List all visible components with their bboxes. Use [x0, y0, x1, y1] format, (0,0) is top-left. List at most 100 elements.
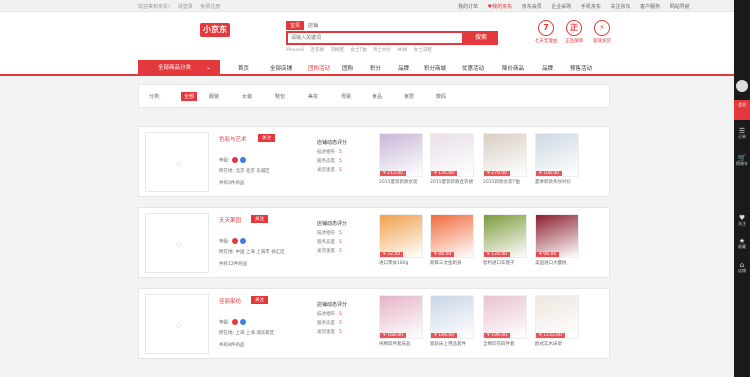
- follow-button[interactable]: 关注: [251, 215, 268, 223]
- product-image[interactable]: ¥ 189.00: [430, 295, 474, 339]
- filter-item[interactable]: 鞋包: [275, 93, 285, 100]
- nav-item-all-shops[interactable]: 全部店铺: [270, 64, 292, 72]
- sidebar-item-favorites[interactable]: ★ 收藏: [734, 238, 750, 250]
- filter-item[interactable]: 数码: [436, 93, 446, 100]
- product-card[interactable]: ¥ 156.00 2015夏装新款连衣裙: [430, 133, 474, 185]
- filter-item[interactable]: 女装: [242, 93, 252, 100]
- product-image[interactable]: ¥ 199.00: [483, 295, 527, 339]
- product-image[interactable]: ¥ 88.00: [430, 214, 474, 258]
- product-card[interactable]: ¥ 168.00 纯棉四件套床品: [379, 295, 423, 347]
- product-image[interactable]: ¥ 32.00: [379, 214, 423, 258]
- sidebar-item-follow[interactable]: ♥ 关注: [734, 215, 750, 227]
- shop-name[interactable]: 色彩与艺术: [219, 135, 247, 143]
- avatar[interactable]: [736, 80, 748, 92]
- product-image[interactable]: ¥ 128.00: [483, 214, 527, 258]
- product-name[interactable]: 美国进口大樱桃: [535, 260, 579, 266]
- hot-word[interactable]: MINI: [398, 48, 408, 53]
- sidebar-member-button[interactable]: 会员: [734, 100, 750, 120]
- product-name[interactable]: 2015夏装新款女装: [379, 179, 423, 185]
- nav-item-brand[interactable]: 品牌: [398, 64, 409, 72]
- top-link-service[interactable]: 客户服务: [640, 4, 660, 10]
- product-card[interactable]: ¥ 1233.00 欧式实木床架: [535, 295, 579, 347]
- filter-all[interactable]: 全部: [181, 92, 198, 101]
- sidebar-item-cart[interactable]: 🛒 购物车: [734, 155, 750, 167]
- product-card[interactable]: ¥ 279.00 2015新款女装T恤: [483, 133, 527, 185]
- follow-button[interactable]: 关注: [251, 296, 268, 304]
- shop-product-count: 共有8件商品: [219, 343, 245, 348]
- product-card[interactable]: ¥ 213.00 2015夏装新款女装: [379, 133, 423, 185]
- nav-item-group-activity[interactable]: 团购活动: [308, 64, 330, 72]
- search-input[interactable]: [288, 33, 462, 43]
- top-link-my-jd[interactable]: ♥我的京东: [488, 4, 512, 10]
- score-row: 服务态度 5: [317, 239, 347, 245]
- hot-word[interactable]: iPhone6: [286, 48, 304, 53]
- product-name[interactable]: 纯棉四件套床品: [379, 341, 423, 347]
- product-name[interactable]: 进口零食180g: [379, 260, 423, 266]
- hot-word[interactable]: 凉拖鞋: [330, 48, 344, 53]
- nav-item-home[interactable]: 首页: [238, 64, 249, 72]
- product-card[interactable]: ¥ 128.00 智利进口车厘子: [483, 214, 527, 266]
- product-name[interactable]: 家纺床上用品套件: [430, 341, 474, 347]
- top-link-orders[interactable]: 我的订单: [458, 4, 478, 10]
- filter-item[interactable]: 家居: [404, 93, 414, 100]
- sidebar-item-orders[interactable]: ☰ 订单: [734, 128, 750, 140]
- follow-button[interactable]: 关注: [258, 134, 275, 142]
- sidebar-item-shop[interactable]: ⌂ 店铺: [734, 262, 750, 274]
- product-name[interactable]: 欧式实木床架: [535, 341, 579, 347]
- top-link-mobile[interactable]: 手机京东: [581, 4, 601, 10]
- hot-word[interactable]: 女士T恤: [350, 48, 366, 53]
- top-link-follow[interactable]: 关注京东: [611, 4, 631, 10]
- nav-item-promotions[interactable]: 优惠活动: [462, 64, 484, 72]
- product-name[interactable]: 2015夏装新款连衣裙: [430, 179, 474, 185]
- shop-logo[interactable]: ◌: [145, 132, 209, 192]
- product-card[interactable]: ¥ 108.00 夏季新款条纹衬衫: [535, 133, 579, 185]
- product-card[interactable]: ¥ 189.00 家纺床上用品套件: [430, 295, 474, 347]
- product-image[interactable]: ¥ 98.00: [535, 214, 579, 258]
- shop-name[interactable]: 佳丽家纺: [219, 297, 241, 305]
- nav-item-points-mall[interactable]: 积分商城: [424, 64, 446, 72]
- product-card[interactable]: ¥ 32.00 进口零食180g: [379, 214, 423, 266]
- product-image[interactable]: ¥ 279.00: [483, 133, 527, 177]
- product-card[interactable]: ¥ 199.00 全棉印花四件套: [483, 295, 527, 347]
- product-name[interactable]: 全棉印花四件套: [483, 341, 527, 347]
- nav-item-brand-2[interactable]: 品牌: [542, 64, 553, 72]
- nav-item-price-drop[interactable]: 降价商品: [502, 64, 524, 72]
- filter-item[interactable]: 母婴: [341, 93, 351, 100]
- product-name[interactable]: 智利进口车厘子: [483, 260, 527, 266]
- product-name[interactable]: 新鲜三文鱼刺身: [430, 260, 474, 266]
- product-image[interactable]: ¥ 156.00: [430, 133, 474, 177]
- product-image[interactable]: ¥ 1233.00: [535, 295, 579, 339]
- shop-name[interactable]: 天天果园: [219, 216, 241, 224]
- hot-word[interactable]: 男士衬衫: [373, 48, 391, 53]
- product-card[interactable]: ¥ 88.00 新鲜三文鱼刺身: [430, 214, 474, 266]
- search-tab-shop[interactable]: 店铺: [304, 21, 322, 30]
- top-link-sitemap[interactable]: 网站导航: [670, 4, 690, 10]
- product-card[interactable]: ¥ 98.00 美国进口大樱桃: [535, 214, 579, 266]
- product-name[interactable]: 夏季新款条纹衬衫: [535, 179, 579, 185]
- login-link[interactable]: 请登录: [178, 4, 193, 10]
- product-image[interactable]: ¥ 168.00: [379, 295, 423, 339]
- product-image[interactable]: ¥ 213.00: [379, 133, 423, 177]
- logo[interactable]: 小京东: [200, 23, 230, 37]
- category-menu-button[interactable]: 全部商品分类 ⌄: [138, 60, 220, 76]
- search-button[interactable]: 搜索: [464, 31, 498, 45]
- hot-word[interactable]: 连衣裙: [311, 48, 325, 53]
- top-link-enterprise[interactable]: 企业采购: [551, 4, 571, 10]
- shop-logo[interactable]: ◌: [145, 213, 209, 273]
- hot-word[interactable]: 女士凉鞋: [414, 48, 432, 53]
- shop-logo[interactable]: ◌: [145, 294, 209, 354]
- shop-location: 所在地: 上海 上海 浦东新区: [219, 331, 275, 336]
- loading-icon: ◌: [176, 160, 182, 167]
- filter-item[interactable]: 美妆: [308, 93, 318, 100]
- search-tab-goods[interactable]: 宝贝: [286, 21, 305, 30]
- filter-item[interactable]: 服装: [209, 93, 219, 100]
- nav-item-points[interactable]: 积分: [370, 64, 381, 72]
- register-link[interactable]: 免费注册: [200, 4, 220, 10]
- nav-item-presale[interactable]: 预售活动: [570, 64, 592, 72]
- product-name[interactable]: 2015新款女装T恤: [483, 179, 527, 185]
- product-image[interactable]: ¥ 108.00: [535, 133, 579, 177]
- filter-item[interactable]: 食品: [372, 93, 382, 100]
- nav-item-group[interactable]: 团购: [342, 64, 353, 72]
- shop-score: 店铺动态评分 描述相符 5 服务态度 5 发货速度 5: [317, 220, 347, 257]
- top-link-member[interactable]: 京东会员: [522, 4, 542, 10]
